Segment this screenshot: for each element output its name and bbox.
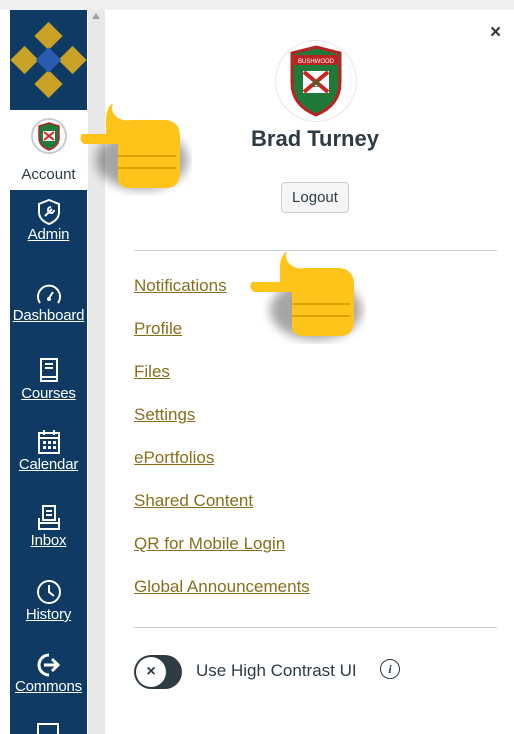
list-item: Files: [134, 362, 310, 405]
list-item: Global Announcements: [134, 577, 310, 620]
nav-item-inbox[interactable]: Inbox: [10, 504, 87, 549]
nav-item-admin[interactable]: Admin: [10, 198, 87, 243]
nav-label-dashboard: Dashboard: [12, 307, 85, 324]
institution-logo[interactable]: [10, 10, 87, 110]
close-button[interactable]: ×: [490, 22, 501, 44]
link-shared-content[interactable]: Shared Content: [134, 491, 253, 510]
avatar-crest-text: BUSHWOOD: [298, 59, 335, 65]
book-icon: [39, 358, 58, 382]
bushwood-avatar-icon: [31, 118, 67, 154]
nav-label-inbox: Inbox: [30, 532, 67, 549]
divider-bottom: [134, 627, 497, 628]
studio-icon: [37, 723, 59, 734]
commons-arrow-icon: [37, 653, 60, 677]
logout-button[interactable]: Logout: [281, 182, 349, 213]
nav-label-admin: Admin: [27, 226, 70, 243]
link-notifications[interactable]: Notifications: [134, 276, 227, 295]
link-global-announcements[interactable]: Global Announcements: [134, 577, 310, 596]
link-settings[interactable]: Settings: [134, 405, 195, 424]
info-icon[interactable]: i: [380, 659, 400, 679]
toggle-x-icon: ×: [136, 657, 166, 687]
divider-top: [134, 250, 497, 251]
high-contrast-label: Use High Contrast UI: [196, 661, 357, 680]
high-contrast-toggle[interactable]: ×: [134, 655, 182, 689]
pointing-hand-icon: [250, 252, 362, 340]
clock-icon: [36, 580, 61, 604]
link-files[interactable]: Files: [134, 362, 170, 381]
speedometer-icon: [36, 284, 61, 304]
nav-item-dashboard[interactable]: Dashboard: [10, 283, 87, 324]
top-strip: [0, 0, 514, 10]
calendar-icon: [37, 430, 60, 454]
wrench-shield-icon: [37, 198, 60, 226]
list-item: Shared Content: [134, 491, 310, 534]
list-item: QR for Mobile Login: [134, 534, 310, 577]
pointing-hand-icon: [80, 104, 188, 190]
nav-label-history: History: [25, 606, 72, 623]
inbox-icon: [37, 505, 60, 530]
nav-item-commons[interactable]: Commons: [10, 652, 87, 695]
list-item: ePortfolios: [134, 448, 310, 491]
link-qr-mobile-login[interactable]: QR for Mobile Login: [134, 534, 285, 553]
profile-avatar[interactable]: BUSHWOOD B: [275, 40, 357, 122]
avatar-crest-letter: B: [312, 76, 320, 90]
list-item: Settings: [134, 405, 310, 448]
user-name: Brad Turney: [251, 126, 379, 151]
nav-item-history[interactable]: History: [10, 578, 87, 623]
nav-label-commons: Commons: [15, 678, 82, 695]
link-profile[interactable]: Profile: [134, 319, 182, 338]
link-eportfolios[interactable]: ePortfolios: [134, 448, 214, 467]
scroll-up-arrow-icon[interactable]: [92, 13, 100, 19]
nav-item-courses[interactable]: Courses: [10, 357, 87, 402]
nav-label-calendar: Calendar: [18, 456, 79, 473]
nav-label-courses: Courses: [21, 385, 76, 402]
nav-item-calendar[interactable]: Calendar: [10, 428, 87, 473]
